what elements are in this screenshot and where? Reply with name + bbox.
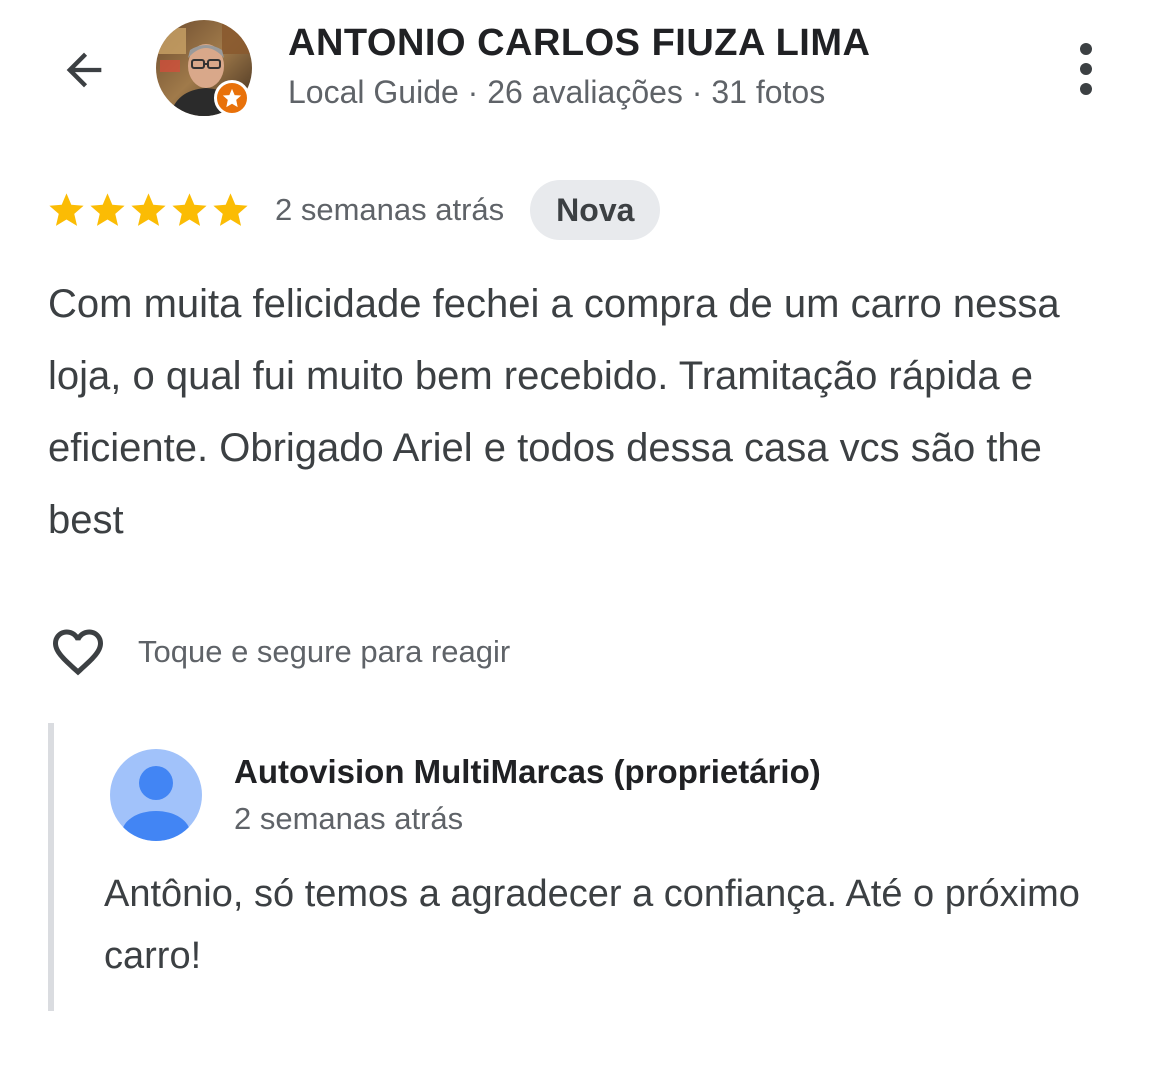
rating-row: 2 semanas atrás Nova — [46, 180, 661, 240]
star-rating — [46, 190, 251, 231]
owner-reply: Autovision MultiMarcas (proprietário) 2 … — [48, 723, 1134, 1011]
new-badge: Nova — [530, 180, 661, 240]
star-icon — [90, 192, 125, 226]
reaction-row[interactable]: Toque e segure para reagir — [46, 620, 510, 684]
more-vert-icon — [1080, 43, 1092, 95]
owner-name: Autovision MultiMarcas (proprietário) — [234, 753, 821, 790]
star-icon — [172, 192, 207, 226]
local-guide-star-icon — [214, 80, 250, 116]
person-avatar-icon — [110, 749, 202, 841]
back-button[interactable] — [52, 38, 116, 102]
review-date: 2 semanas atrás — [275, 192, 505, 227]
star-icon — [213, 192, 248, 226]
reviewer-name[interactable]: ANTONIO CARLOS FIUZA LIMA — [288, 22, 870, 65]
star-icon — [131, 192, 166, 226]
star-icon — [49, 192, 84, 226]
owner-reply-text: Antônio, só temos a agradecer a confianç… — [104, 873, 1080, 977]
arrow-back-icon — [66, 52, 102, 88]
reaction-label: Toque e segure para reagir — [138, 634, 511, 669]
review-text: Com muita felicidade fechei a compra de … — [48, 282, 1060, 542]
more-options-button[interactable] — [1060, 34, 1112, 104]
reviewer-meta: Local Guide · 26 avaliações · 31 fotos — [288, 74, 826, 110]
heart-outline-icon[interactable] — [46, 622, 110, 682]
owner-reply-date: 2 semanas atrás — [234, 801, 464, 836]
